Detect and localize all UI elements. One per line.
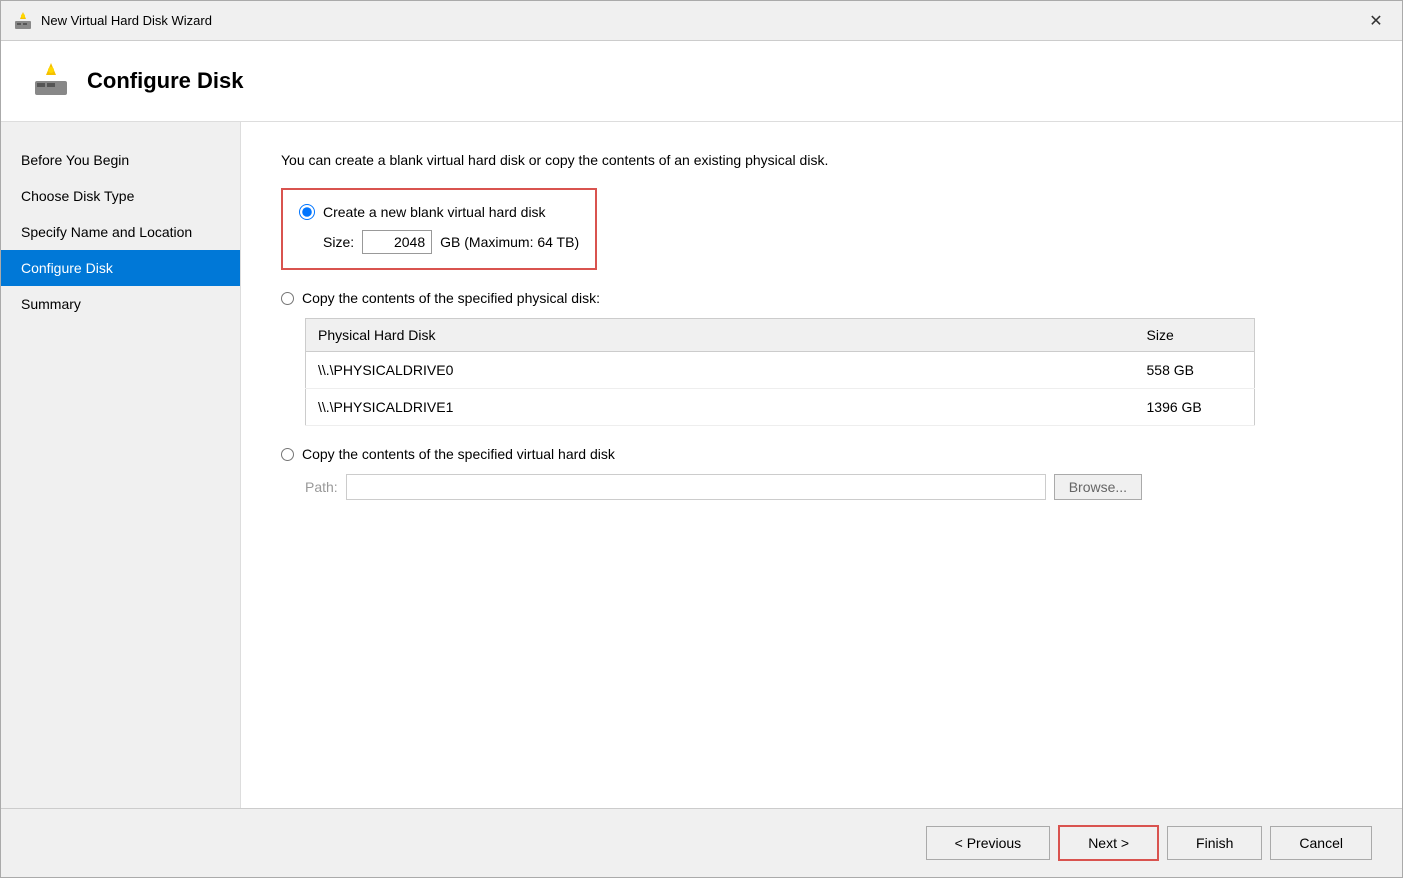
radio-copy-physical-label[interactable]: Copy the contents of the specified physi… [302, 290, 600, 306]
new-blank-disk-box: Create a new blank virtual hard disk Siz… [281, 188, 597, 270]
sidebar-item-configure-disk[interactable]: Configure Disk [1, 250, 240, 286]
title-bar-left: New Virtual Hard Disk Wizard [13, 11, 212, 31]
next-button[interactable]: Next > [1058, 825, 1159, 861]
close-button[interactable]: ✕ [1362, 7, 1390, 35]
main-content: You can create a blank virtual hard disk… [241, 122, 1402, 808]
radio-create-new-label[interactable]: Create a new blank virtual hard disk [323, 204, 546, 220]
sidebar-item-before-you-begin[interactable]: Before You Begin [1, 142, 240, 178]
radio-create-new-input[interactable] [299, 204, 315, 220]
copy-virtual-label: Copy the contents of the specified virtu… [281, 446, 1362, 462]
window-title: New Virtual Hard Disk Wizard [41, 13, 212, 28]
header-area: Configure Disk [1, 41, 1402, 122]
path-input[interactable] [346, 474, 1046, 500]
disk-name: \\.\PHYSICALDRIVE0 [306, 352, 1135, 389]
sidebar-item-specify-name[interactable]: Specify Name and Location [1, 214, 240, 250]
copy-physical-label: Copy the contents of the specified physi… [281, 290, 1362, 306]
size-input[interactable] [362, 230, 432, 254]
radio-copy-virtual-input[interactable] [281, 448, 294, 461]
radio-copy-virtual-label[interactable]: Copy the contents of the specified virtu… [302, 446, 615, 462]
radio-create-new: Create a new blank virtual hard disk [299, 204, 579, 220]
title-bar: New Virtual Hard Disk Wizard ✕ [1, 1, 1402, 41]
size-row: Size: GB (Maximum: 64 TB) [323, 230, 579, 254]
path-row: Path: Browse... [305, 474, 1362, 500]
col-header-size: Size [1135, 319, 1255, 352]
copy-physical-section: Copy the contents of the specified physi… [281, 290, 1362, 426]
path-label: Path: [305, 479, 338, 495]
configure-disk-icon [31, 61, 71, 101]
browse-button[interactable]: Browse... [1054, 474, 1142, 500]
disk-size: 558 GB [1135, 352, 1255, 389]
size-label: Size: [323, 234, 354, 250]
description-text: You can create a blank virtual hard disk… [281, 152, 1362, 168]
main-window: New Virtual Hard Disk Wizard ✕ Configure… [0, 0, 1403, 878]
col-header-disk: Physical Hard Disk [306, 319, 1135, 352]
wizard-icon [13, 11, 33, 31]
sidebar: Before You Begin Choose Disk Type Specif… [1, 122, 241, 808]
page-title: Configure Disk [87, 68, 243, 94]
previous-button[interactable]: < Previous [926, 826, 1051, 860]
finish-button[interactable]: Finish [1167, 826, 1262, 860]
footer: < Previous Next > Finish Cancel [1, 808, 1402, 877]
size-unit: GB (Maximum: 64 TB) [440, 234, 579, 250]
physical-disk-table: Physical Hard Disk Size \\.\PHYSICALDRIV… [305, 318, 1255, 426]
cancel-button[interactable]: Cancel [1270, 826, 1372, 860]
disk-name: \\.\PHYSICALDRIVE1 [306, 389, 1135, 426]
sidebar-item-summary[interactable]: Summary [1, 286, 240, 322]
disk-size: 1396 GB [1135, 389, 1255, 426]
radio-copy-physical-input[interactable] [281, 292, 294, 305]
copy-virtual-section: Copy the contents of the specified virtu… [281, 446, 1362, 500]
content-area: Before You Begin Choose Disk Type Specif… [1, 122, 1402, 808]
table-row[interactable]: \\.\PHYSICALDRIVE0 558 GB [306, 352, 1255, 389]
table-row[interactable]: \\.\PHYSICALDRIVE1 1396 GB [306, 389, 1255, 426]
sidebar-item-choose-disk-type[interactable]: Choose Disk Type [1, 178, 240, 214]
